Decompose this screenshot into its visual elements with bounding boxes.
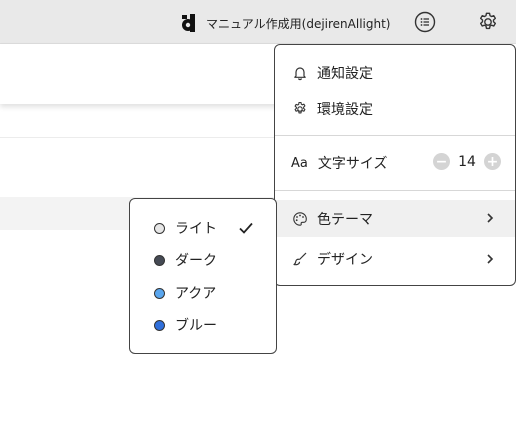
menu-item-notifications[interactable]: 通知設定 [275,55,515,91]
menu-divider [275,135,515,136]
palette-icon [291,210,309,228]
color-theme-label: 色テーマ [317,211,373,228]
increase-font-button[interactable]: + [484,153,501,170]
font-size-value: 14 [458,153,476,170]
menu-item-design[interactable]: デザイン [275,241,515,277]
cog-icon [291,100,309,118]
theme-option-blue[interactable]: ブルー [130,309,276,341]
theme-label: ブルー [175,318,217,334]
menu-item-color-theme[interactable]: 色テーマ [275,200,515,237]
workspace-switcher[interactable]: マニュアル作成用(dejirenAllight) [180,12,390,34]
environment-label: 環境設定 [317,102,373,118]
background-panel [0,44,300,104]
menu-item-font-size: Aa 文字サイズ − 14 + [275,145,515,181]
theme-color-swatch [154,254,165,266]
design-label: デザイン [317,252,373,268]
background-divider [0,137,300,138]
theme-color-swatch [154,287,165,299]
top-bar: マニュアル作成用(dejirenAllight) [0,0,516,44]
dejiren-logo-icon [182,14,195,32]
list-icon[interactable] [414,11,436,33]
theme-option-light[interactable]: ライト [130,212,276,244]
workspace-name: マニュアル作成用(dejirenAllight) [206,16,391,31]
font-size-icon: Aa [291,155,308,171]
gear-icon[interactable] [477,11,499,33]
bell-icon [291,64,309,82]
theme-option-aqua[interactable]: アクア [130,277,276,309]
font-size-label: 文字サイズ [317,156,388,172]
check-icon [239,222,253,234]
decrease-font-button[interactable]: − [433,153,450,170]
theme-label: ダーク [175,253,217,269]
settings-menu: 通知設定 環境設定 Aa 文字サイズ − 14 + 色テーマ デザイン [274,44,516,286]
theme-label: ライト [175,221,217,237]
theme-submenu: ライト ダーク アクア ブルー [129,198,277,354]
chevron-right-icon [487,213,494,223]
theme-label: アクア [175,286,217,302]
font-size-stepper: − 14 + [433,153,501,170]
notifications-label: 通知設定 [317,66,373,82]
brush-icon [291,250,309,268]
menu-item-environment[interactable]: 環境設定 [275,91,515,127]
theme-color-swatch [154,222,165,234]
theme-color-swatch [154,319,165,331]
chevron-right-icon [487,254,494,264]
theme-option-dark[interactable]: ダーク [130,244,276,276]
menu-divider [275,190,515,191]
